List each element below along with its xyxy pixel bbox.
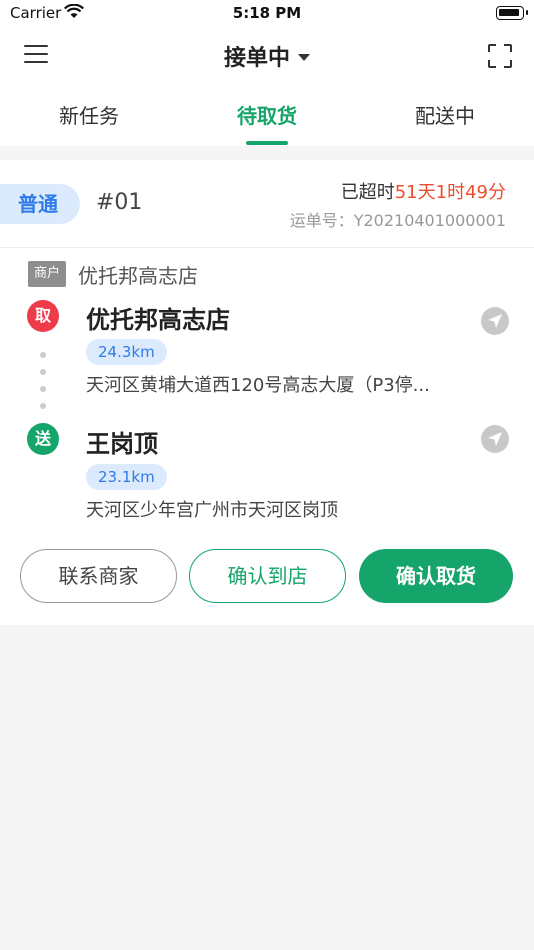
navigate-delivery-icon[interactable]	[481, 425, 509, 453]
delivery-name: 王岗顶	[86, 430, 158, 458]
caret-down-icon	[298, 53, 310, 61]
pickup-marker: 取	[27, 300, 59, 332]
status-dropdown[interactable]: 接单中	[0, 40, 534, 72]
top-nav-bar: 接单中	[0, 28, 534, 84]
overdue-status: 已超时51天1时49分	[341, 178, 506, 204]
delivery-address: 天河区少年宫广州市天河区岗顶	[86, 500, 338, 521]
route-dot	[40, 369, 46, 375]
task-tabs: 新任务 待取货 配送中	[0, 84, 534, 146]
pickup-address: 天河区黄埔大道西120号高志大厦（P3停...	[86, 375, 430, 396]
status-bar: Carrier 5:18 PM	[0, 0, 534, 28]
route-dot	[40, 352, 46, 358]
order-type-badge: 普通	[0, 184, 80, 224]
page-title: 接单中	[223, 46, 290, 71]
clock: 5:18 PM	[232, 4, 302, 22]
waybill-label: 运单号：	[289, 211, 354, 230]
overdue-time: 51天1时49分	[394, 182, 506, 203]
navigate-pickup-icon[interactable]	[481, 307, 509, 335]
order-number: #01	[96, 190, 143, 215]
tab-new-tasks[interactable]: 新任务	[19, 100, 159, 129]
contact-merchant-button[interactable]: 联系商家	[20, 549, 177, 603]
active-tab-indicator	[246, 141, 288, 145]
confirm-pickup-button[interactable]: 确认取货	[359, 549, 513, 603]
order-card: 普通 #01 已超时51天1时49分 运单号：Y20210401000001 商…	[0, 160, 534, 625]
route-dot	[40, 403, 46, 409]
merchant-tag: 商户	[28, 261, 66, 287]
battery-icon	[496, 6, 528, 20]
confirm-arrival-button[interactable]: 确认到店	[189, 549, 346, 603]
waybill-value: Y20210401000001	[353, 211, 506, 230]
overdue-prefix: 已超时	[340, 182, 395, 203]
route-dot	[40, 386, 46, 392]
delivery-marker: 送	[27, 423, 59, 455]
tab-delivering[interactable]: 配送中	[375, 100, 515, 129]
merchant-name: 优托邦高志店	[78, 264, 198, 288]
tab-awaiting-pickup[interactable]: 待取货	[197, 100, 337, 129]
scan-icon[interactable]	[488, 44, 512, 68]
delivery-distance: 23.1km	[86, 464, 167, 490]
pickup-name: 优托邦高志店	[86, 306, 230, 334]
pickup-distance: 24.3km	[86, 339, 167, 365]
waybill-number: 运单号：Y20210401000001	[290, 207, 506, 231]
divider	[0, 247, 534, 248]
